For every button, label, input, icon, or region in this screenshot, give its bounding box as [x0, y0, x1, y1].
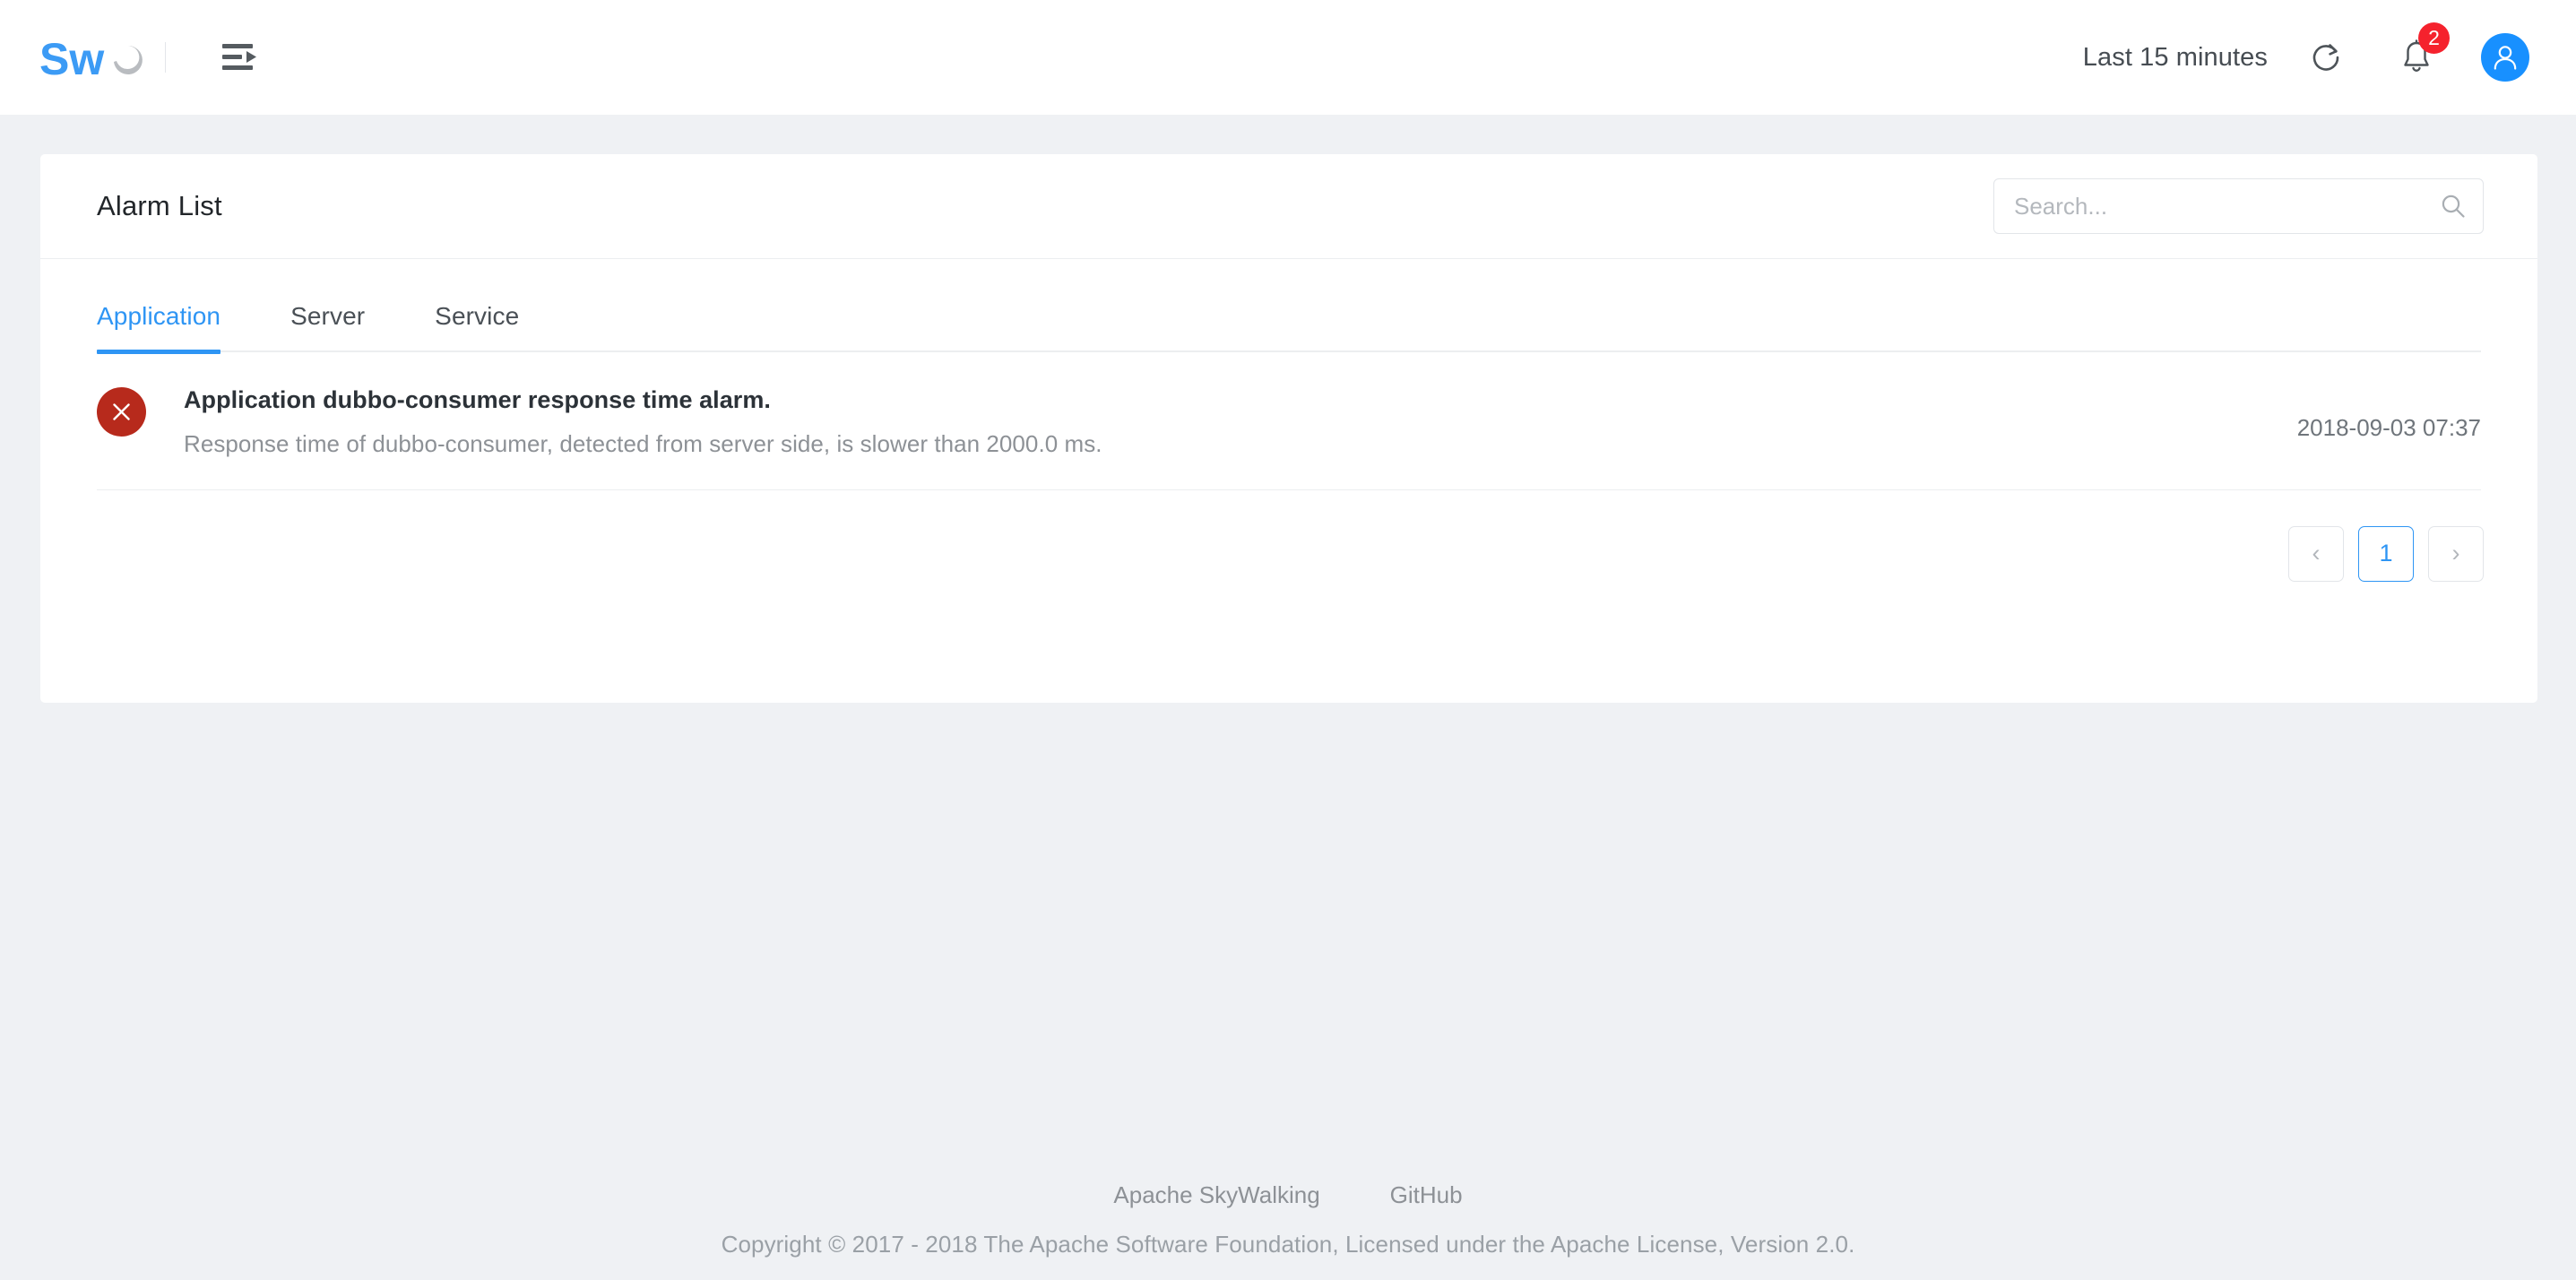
page-footer: Apache SkyWalking GitHub Copyright © 201… — [0, 1181, 2576, 1258]
pagination-next-button[interactable]: › — [2428, 525, 2484, 582]
footer-links: Apache SkyWalking GitHub — [0, 1181, 2576, 1209]
svg-text:Sw: Sw — [39, 34, 104, 83]
footer-link-apache-skywalking[interactable]: Apache SkyWalking — [1113, 1181, 1319, 1209]
menu-collapse-icon[interactable] — [212, 33, 268, 82]
tab-server[interactable]: Server — [290, 302, 365, 352]
card-header: Alarm List — [40, 154, 2537, 259]
alarm-title: Application dubbo-consumer response time… — [184, 386, 771, 413]
alarm-timestamp: 2018-09-03 07:37 — [2296, 414, 2481, 442]
tabs-container: Application Server Service — [40, 259, 2537, 354]
alarm-list-card: Alarm List Application Server Service — [40, 154, 2537, 703]
pagination-prev-button[interactable]: ‹ — [2288, 525, 2344, 582]
tab-application[interactable]: Application — [97, 302, 221, 354]
footer-link-github[interactable]: GitHub — [1390, 1181, 1463, 1209]
search-box[interactable] — [1993, 178, 2484, 234]
alarm-list-item[interactable]: Application dubbo-consumer response time… — [97, 352, 2481, 490]
error-close-icon — [97, 387, 146, 437]
search-input[interactable] — [1994, 179, 2483, 233]
user-avatar-icon — [2494, 46, 2517, 70]
navbar-divider — [165, 42, 166, 73]
pagination-page-1[interactable]: 1 — [2358, 525, 2414, 582]
footer-copyright: Copyright © 2017 - 2018 The Apache Softw… — [721, 1231, 1855, 1258]
top-navbar: Sw Last 15 minutes 2 — [0, 0, 2576, 115]
page-title: Alarm List — [97, 190, 222, 221]
notifications-button[interactable]: 2 — [2393, 22, 2450, 81]
pagination: ‹ 1 › — [40, 490, 2537, 582]
user-avatar[interactable] — [2481, 33, 2529, 82]
search-icon[interactable] — [2440, 193, 2467, 220]
alarm-description: Response time of dubbo-consumer, detecte… — [184, 430, 1102, 458]
notification-badge-count: 2 — [2418, 22, 2450, 54]
alarm-content: Application dubbo-consumer response time… — [184, 385, 2261, 459]
alarm-tabs: Application Server Service — [97, 259, 2481, 354]
refresh-icon[interactable] — [2304, 34, 2350, 81]
skywalking-logo-icon[interactable]: Sw — [39, 31, 145, 83]
alarm-list: Application dubbo-consumer response time… — [40, 352, 2537, 490]
time-range-selector[interactable]: Last 15 minutes — [2083, 43, 2268, 73]
navbar-left-group: Sw — [0, 0, 268, 115]
tab-service[interactable]: Service — [435, 302, 519, 352]
navbar-right-group: Last 15 minutes 2 — [2083, 0, 2576, 115]
